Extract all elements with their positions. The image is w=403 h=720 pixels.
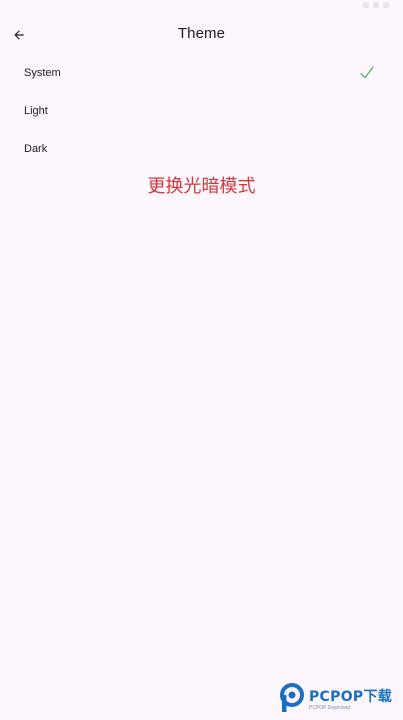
- signal-icon: [363, 2, 369, 8]
- theme-option-list: System Light Dark: [0, 54, 403, 168]
- watermark-text: PCPOP下载 PCPOP Download: [309, 686, 392, 711]
- promo-caption: 更换光暗模式: [147, 176, 256, 197]
- status-icons: [363, 2, 389, 8]
- option-dark-label: Dark: [24, 143, 48, 155]
- pcpop-logo-icon: [278, 683, 306, 713]
- option-system[interactable]: System: [0, 54, 403, 92]
- page-title: Theme: [177, 25, 226, 42]
- wifi-icon: [373, 2, 379, 8]
- watermark-brand: PCPOP下载: [309, 688, 393, 705]
- check-icon: [360, 66, 374, 79]
- app-bar: Theme: [0, 16, 403, 54]
- option-dark[interactable]: Dark: [0, 130, 403, 168]
- watermark-subtitle: PCPOP Download: [309, 704, 351, 711]
- option-light[interactable]: Light: [0, 92, 403, 130]
- battery-icon: [383, 2, 389, 8]
- watermark: PCPOP下载 PCPOP Download: [278, 682, 402, 714]
- option-system-label: System: [24, 67, 61, 79]
- option-light-label: Light: [24, 105, 48, 117]
- status-bar: [0, 0, 403, 14]
